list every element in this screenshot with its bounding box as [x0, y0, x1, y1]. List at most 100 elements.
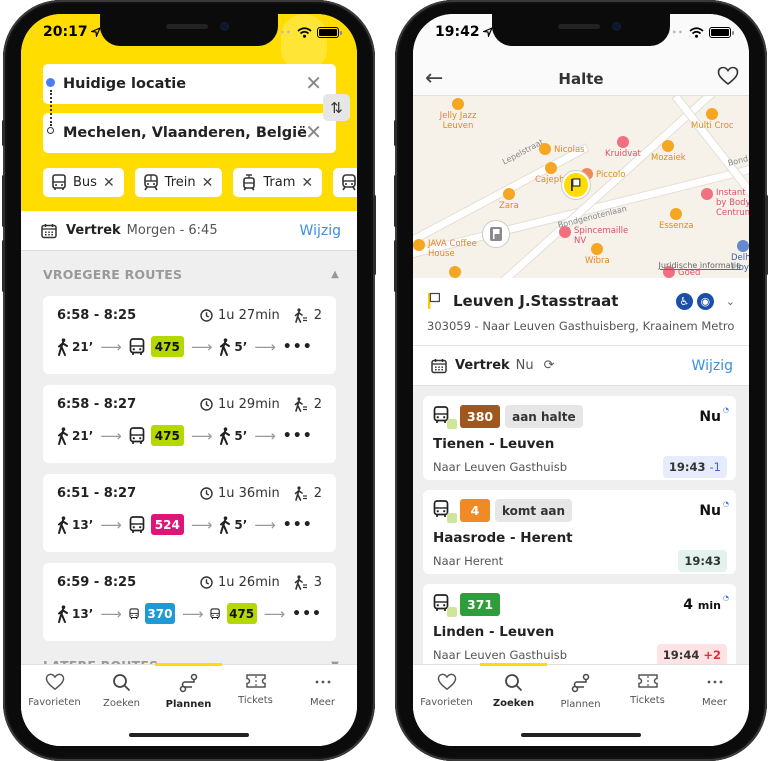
status-time-wrap: 20:17	[43, 24, 101, 40]
route-times: 6:58 - 8:25	[57, 308, 137, 323]
search-icon	[504, 673, 523, 695]
wheelchair-icon: ♿	[675, 292, 693, 310]
duration-value: 1u 26min	[218, 575, 280, 590]
change-departure-link[interactable]: Wijzig	[300, 223, 341, 239]
departure-card[interactable]: 371 4 min ◔ Linden - Leuven Naar Leuven G…	[423, 584, 736, 668]
tab-tickets[interactable]: Tickets	[614, 665, 681, 715]
walk-icon	[58, 604, 68, 623]
legal-info-link[interactable]: Juridische informatie	[659, 261, 741, 270]
heart-icon	[437, 673, 457, 694]
stop-title-row: Leuven J.Stasstraat ♿ ◉ ⌄	[427, 292, 735, 310]
favorite-heart-icon[interactable]	[717, 66, 739, 90]
walk-duration: 5’	[234, 517, 248, 532]
route-card[interactable]: 6:51 - 8:27 1u 36min 2 13’ ⟶ 524 ⟶ 5’ ⟶ •••	[43, 474, 336, 552]
route-card[interactable]: 6:58 - 8:27 1u 29min 2 21’ ⟶ 475 ⟶ 5’ ⟶ •••	[43, 385, 336, 463]
map-poi[interactable]: Mozaiek	[651, 140, 686, 163]
change-departure-link[interactable]: Wijzig	[692, 358, 733, 374]
remove-tram-icon[interactable]: ✕	[301, 175, 313, 191]
route-summary: 6:59 - 8:25 1u 26min 3	[57, 575, 322, 590]
route-card[interactable]: 6:58 - 8:25 1u 27min 2 21’ ⟶ 475 ⟶ 5’ ⟶ •••	[43, 296, 336, 374]
volume-down-button	[394, 240, 397, 292]
status-time: 19:42	[435, 24, 480, 40]
direction: Naar Leuven Gasthuisb	[433, 460, 567, 474]
chip-train[interactable]: Trein ✕	[134, 168, 223, 197]
stop-info: Leuven J.Stasstraat ♿ ◉ ⌄ 303059 - Naar …	[413, 278, 749, 346]
swap-locations-button[interactable]: ⇅	[323, 94, 350, 121]
duration-value: 1u 27min	[218, 308, 280, 323]
route-times: 6:58 - 8:27	[57, 397, 137, 412]
chip-bus[interactable]: Bus ✕	[43, 168, 124, 197]
more-legs-icon: •••	[282, 338, 313, 355]
earlier-routes-header[interactable]: VROEGERE ROUTES ▲	[43, 267, 339, 282]
route-card[interactable]: 6:59 - 8:25 1u 26min 3 13’ ⟶ 370 ⟶ 475 ⟶ •••	[43, 563, 336, 641]
realtime-signal-icon: ◔	[722, 499, 729, 508]
selected-stop-pin-icon[interactable]	[562, 171, 590, 199]
tab-favorieten[interactable]: Favorieten	[413, 665, 480, 715]
power-button	[373, 195, 376, 275]
walk-leg: 21’	[57, 426, 94, 445]
departure-card[interactable]: 380 aan halte Nu ◔ Tienen - Leuven Naar …	[423, 396, 736, 480]
scheduled-time-badge: 19:44 +2	[656, 644, 727, 666]
remove-bus-icon[interactable]: ✕	[103, 175, 115, 191]
route-times: 6:51 - 8:27	[57, 486, 137, 501]
tab-zoeken[interactable]: Zoeken	[88, 665, 155, 715]
clear-to-icon[interactable]: ✕	[305, 121, 322, 143]
chip-metro[interactable]: Metro	[333, 168, 357, 197]
clear-from-icon[interactable]: ✕	[305, 72, 322, 94]
route-legs: 21’ ⟶ 475 ⟶ 5’ ⟶ •••	[57, 336, 322, 357]
refresh-icon[interactable]: ⟳	[544, 358, 555, 373]
tab-label: Tickets	[630, 695, 665, 706]
stop-name: Leuven J.Stasstraat	[453, 292, 619, 310]
heart-icon	[45, 673, 65, 694]
realtime-signal-icon: ◔	[722, 593, 729, 602]
ticket-icon	[245, 673, 267, 692]
stop-screen: ← Halte 19:42 •••• Lepelstraat Bondgenot…	[413, 14, 749, 746]
tab-zoeken[interactable]: Zoeken	[480, 663, 547, 715]
transfers-count: 2	[313, 397, 322, 412]
map-poi[interactable]	[449, 266, 461, 278]
map-poi[interactable]: Zara	[499, 188, 519, 211]
departure-card[interactable]: 4 komt aan Nu ◔ Haasrode - Herent Naar H…	[423, 490, 736, 574]
from-input[interactable]: Huidige locatie ✕	[43, 64, 336, 104]
route-name: Tienen - Leuven	[433, 436, 555, 452]
walk-duration: 21’	[72, 428, 94, 443]
duration-value: 1u 36min	[218, 486, 280, 501]
route-plan-icon	[571, 673, 591, 696]
map-poi[interactable]: Jelly Jazz Leuven	[435, 98, 481, 131]
map-poi[interactable]: Nicolas	[539, 143, 585, 156]
map-poi[interactable]: JAVA Coffee House	[413, 239, 478, 259]
volume-up-button	[394, 175, 397, 227]
vehicle-status-badge: aan halte	[505, 405, 583, 428]
chip-tram[interactable]: Tram ✕	[233, 168, 323, 197]
tab-plannen[interactable]: Plannen	[155, 663, 222, 715]
realtime-badge-icon	[447, 606, 457, 617]
tab-label: Meer	[701, 697, 728, 708]
walk-icon	[58, 337, 68, 356]
to-input[interactable]: Mechelen, Vlaanderen, België ✕	[43, 113, 336, 153]
map-poi[interactable]: Wibra	[585, 243, 610, 266]
tab-favorieten[interactable]: Favorieten	[21, 665, 88, 715]
transfers-icon	[294, 308, 307, 323]
remove-train-icon[interactable]: ✕	[202, 175, 214, 191]
leg-arrow-icon: ⟶	[100, 426, 122, 445]
map-poi[interactable]: Kruidvat	[605, 136, 641, 159]
stop-pin-icon[interactable]	[482, 220, 510, 248]
wifi-icon	[297, 26, 312, 38]
map-poi[interactable]: Essenza	[659, 208, 694, 231]
stop-map[interactable]: Lepelstraat Bondgenotenlaan Bond Jelly J…	[413, 96, 749, 278]
tab-meer[interactable]: Meer	[289, 665, 356, 715]
map-poi[interactable]: Instant by Body Centrum	[701, 188, 749, 218]
map-poi[interactable]: Multi Croc	[691, 108, 734, 131]
direction: Naar Herent	[433, 554, 504, 568]
walk-leg: 21’	[57, 337, 93, 356]
tab-tickets[interactable]: Tickets	[222, 665, 289, 715]
home-indicator	[521, 733, 641, 737]
line-badge: 370	[144, 603, 175, 624]
route-duration: 1u 27min	[200, 308, 280, 323]
line-badge: 475	[150, 425, 184, 446]
tab-meer[interactable]: Meer	[681, 665, 748, 715]
stop-flag-icon	[428, 292, 441, 309]
bus-realtime-icon	[433, 499, 457, 523]
tab-plannen[interactable]: Plannen	[547, 665, 614, 715]
expand-chevron-icon[interactable]: ⌄	[726, 295, 735, 308]
